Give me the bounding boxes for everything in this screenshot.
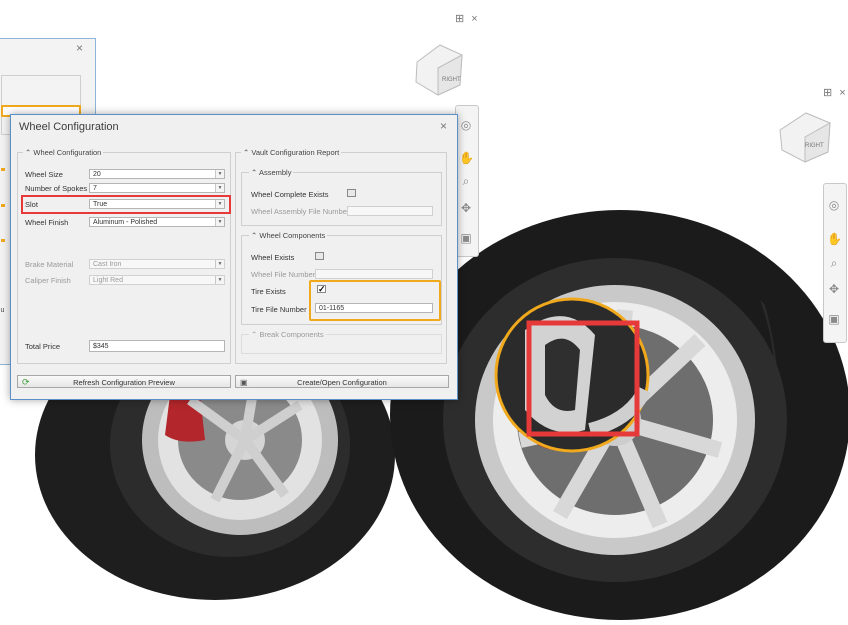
create-button-label: Create/Open Configuration [297, 378, 387, 387]
chevron-down-icon: ▼ [215, 260, 224, 268]
wheel-finish-value: Aluminum - Polished [93, 219, 158, 226]
refresh-configuration-button[interactable]: ⟳ Refresh Configuration Preview [17, 375, 231, 388]
caliper-finish-label: Caliper Finish [25, 276, 71, 285]
view-icon[interactable]: ▣ [459, 231, 473, 245]
background-marker [1, 168, 5, 171]
wheel-file-number-field [315, 269, 433, 279]
vault-report-header-label: Vault Configuration Report [251, 148, 340, 157]
viewcube-right-label: RIGHT [805, 143, 824, 149]
chevron-up-icon: ⌃ [251, 168, 259, 177]
pan-hand-icon[interactable]: ✋ [459, 151, 474, 165]
brake-material-dropdown: Cast Iron ▼ [89, 259, 225, 269]
caliper-finish-dropdown: Light Red ▼ [89, 275, 225, 285]
right-wheel-model [390, 210, 848, 620]
zoom-icon[interactable]: ⌕ [459, 174, 473, 188]
wheel-complete-exists-checkbox[interactable] [347, 189, 356, 197]
wheel-config-header[interactable]: ⌃ Wheel Configuration [23, 148, 104, 157]
brake-material-value: Cast Iron [93, 261, 122, 268]
spokes-dropdown[interactable]: 7 ▼ [89, 183, 225, 193]
viewcube-left-label: RIGHT [442, 77, 461, 83]
slot-red-highlight [21, 195, 231, 214]
steering-wheel-icon[interactable]: ◎ [459, 118, 473, 132]
viewcube-right[interactable] [779, 112, 831, 163]
components-header-label: Wheel Components [259, 231, 326, 240]
vault-icon: ▣ [240, 378, 248, 387]
break-components-header[interactable]: ⌃ Break Components [249, 330, 326, 339]
dialog-title: Wheel Configuration [19, 121, 119, 133]
steering-wheel-icon[interactable]: ◎ [827, 198, 841, 212]
wheel-configuration-dialog: Wheel Configuration × ⌃ Wheel Configurat… [10, 114, 458, 400]
navigation-bar-left[interactable]: ◎ ✋ ⌕ ✥ ▣ [455, 105, 479, 257]
wheel-finish-dropdown[interactable]: Aluminum - Polished ▼ [89, 217, 225, 227]
wheel-exists-label: Wheel Exists [251, 253, 295, 262]
wheel-exists-checkbox[interactable] [315, 252, 324, 260]
break-components-header-label: Break Components [259, 330, 324, 339]
refresh-icon: ⟳ [22, 377, 30, 387]
chevron-down-icon: ▼ [215, 276, 224, 284]
wheel-file-number-label: Wheel File Number [251, 270, 316, 279]
viewcube-left[interactable] [415, 44, 463, 96]
close-icon[interactable]: × [440, 119, 447, 133]
spokes-label: Number of Spokes [25, 184, 88, 193]
brake-material-label: Brake Material [25, 260, 74, 269]
chevron-down-icon[interactable]: ▼ [215, 170, 224, 178]
wheel-size-value: 20 [93, 171, 101, 178]
orbit-icon[interactable]: ✥ [459, 201, 473, 215]
pan-hand-icon[interactable]: ✋ [827, 232, 842, 246]
chevron-down-icon[interactable]: ▼ [215, 218, 224, 226]
panel-controls-right[interactable]: ⊞ × [823, 86, 848, 99]
wheel-assembly-file-number-field [347, 206, 433, 216]
orbit-icon[interactable]: ✥ [827, 282, 841, 296]
tire-file-number-label: Tire File Number [251, 305, 307, 314]
spokes-value: 7 [93, 185, 97, 192]
zoom-icon[interactable]: ⌕ [827, 256, 841, 270]
wheel-assembly-file-number-label: Wheel Assembly File Number [251, 207, 350, 216]
chevron-down-icon[interactable]: ▼ [215, 184, 224, 192]
refresh-button-label: Refresh Configuration Preview [73, 378, 175, 387]
tire-exists-label: Tire Exists [251, 287, 286, 296]
assembly-group [241, 172, 442, 226]
total-price-label: Total Price [25, 342, 61, 351]
assembly-header[interactable]: ⌃ Assembly [249, 168, 294, 177]
wheel-size-dropdown[interactable]: 20 ▼ [89, 169, 225, 179]
tire-orange-highlight [309, 280, 441, 321]
background-marker [1, 239, 5, 242]
background-partial-text: igu [0, 307, 5, 314]
caliper-finish-value: Light Red [93, 277, 123, 284]
wheel-complete-exists-label: Wheel Complete Exists [251, 190, 329, 199]
close-icon[interactable]: × [76, 41, 83, 55]
components-header[interactable]: ⌃ Wheel Components [249, 231, 328, 240]
wheel-finish-label: Wheel Finish [25, 218, 69, 227]
view-icon[interactable]: ▣ [827, 312, 841, 326]
total-price-field: $345 [89, 340, 225, 352]
wheel-config-header-label: Wheel Configuration [33, 148, 102, 157]
navigation-bar-right[interactable]: ◎ ✋ ⌕ ✥ ▣ [823, 183, 847, 343]
background-marker [1, 204, 5, 207]
wheel-size-label: Wheel Size [25, 170, 63, 179]
create-open-configuration-button[interactable]: ▣ Create/Open Configuration [235, 375, 449, 388]
assembly-header-label: Assembly [258, 168, 292, 177]
panel-controls-left[interactable]: ⊞ × [455, 12, 480, 25]
vault-report-header[interactable]: ⌃ Vault Configuration Report [241, 148, 342, 157]
